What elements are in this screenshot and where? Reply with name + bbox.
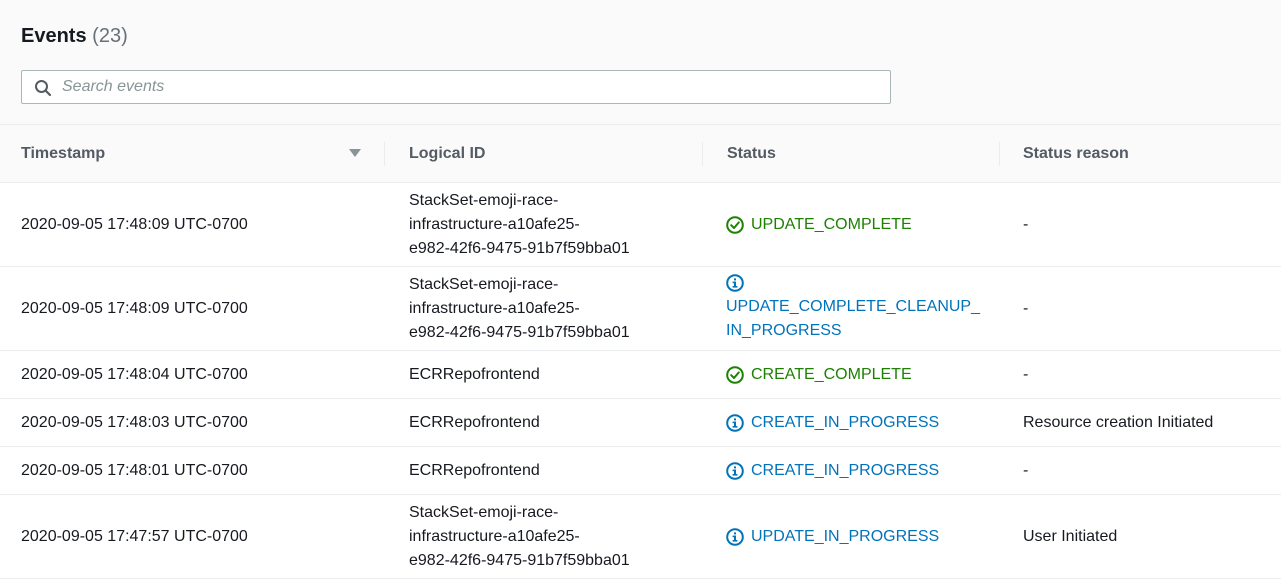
column-header-status-reason[interactable]: Status reason xyxy=(1023,125,1129,182)
table-row: 2020-09-05 17:48:09 UTC-0700 StackSet-emo… xyxy=(0,267,1281,351)
logical-id-line: StackSet-emoji-race- xyxy=(409,503,559,521)
status-reason-cell: - xyxy=(1023,365,1029,383)
status-badge: CREATE_IN_PROGRESS xyxy=(726,411,939,435)
table-row: 2020-09-05 17:48:04 UTC-0700 ECRRepofront… xyxy=(0,351,1281,399)
status-text: CREATE_COMPLETE xyxy=(751,365,912,383)
logical-id-cell: ECRRepofrontend xyxy=(409,399,699,446)
status-reason-cell: Resource creation Initiated xyxy=(1023,413,1214,431)
logical-id-cell: StackSet-emoji-race-infrastructure-a10af… xyxy=(409,495,699,578)
status-cell: UPDATE_IN_PROGRESS xyxy=(726,495,986,578)
status-reason-cell: User Initiated xyxy=(1023,527,1118,545)
status-cell: CREATE_COMPLETE xyxy=(726,351,986,398)
logical-id-line: StackSet-emoji-race- xyxy=(409,275,559,293)
table-row: 2020-09-05 17:47:57 UTC-0700 StackSet-emo… xyxy=(0,495,1281,579)
table-row: 2020-09-05 17:48:09 UTC-0700 StackSet-emo… xyxy=(0,183,1281,267)
status-text: CREATE_IN_PROGRESS xyxy=(751,461,940,479)
logical-id-line: infrastructure-a10afe25- xyxy=(409,215,580,233)
info-circle-icon xyxy=(726,413,744,432)
timestamp-cell: 2020-09-05 17:47:57 UTC-0700 xyxy=(21,527,248,545)
column-divider[interactable] xyxy=(999,142,1000,166)
status-text: UPDATE_COMPLETE_CLEANUP_ xyxy=(726,298,980,315)
status-badge: UPDATE_IN_PROGRESS xyxy=(726,525,939,549)
table-header: Timestamp Logical ID Status Status reaso… xyxy=(0,125,1281,183)
logical-id-cell: StackSet-emoji-race-infrastructure-a10af… xyxy=(409,267,699,350)
info-circle-icon xyxy=(726,461,744,480)
status-cell: UPDATE_COMPLETE xyxy=(726,183,986,266)
logical-id-line: ECRRepofrontend xyxy=(409,461,540,479)
column-divider[interactable] xyxy=(384,142,385,166)
timestamp-cell: 2020-09-05 17:48:01 UTC-0700 xyxy=(21,461,248,479)
column-header-logical-id[interactable]: Logical ID xyxy=(409,125,485,182)
status-cell: CREATE_IN_PROGRESS xyxy=(726,447,986,494)
caret-down-icon[interactable] xyxy=(348,148,362,158)
logical-id-line: infrastructure-a10afe25- xyxy=(409,527,580,545)
info-circle-icon xyxy=(726,527,744,546)
status-badge: UPDATE_COMPLETE_CLEANUP_ IN_PROGRESS xyxy=(726,274,980,343)
status-text: UPDATE_IN_PROGRESS xyxy=(751,527,940,545)
status-reason-cell: - xyxy=(1023,461,1029,479)
logical-id-line: e982-42f6-9475-91b7f59bba01 xyxy=(409,239,630,257)
status-badge: CREATE_IN_PROGRESS xyxy=(726,459,939,483)
logical-id-cell: ECRRepofrontend xyxy=(409,351,699,398)
event-count: (23) xyxy=(92,25,128,47)
info-circle-icon xyxy=(726,274,744,292)
table-row: 2020-09-05 17:48:01 UTC-0700 ECRRepofront… xyxy=(0,447,1281,495)
check-circle-icon xyxy=(726,365,744,384)
status-cell: UPDATE_COMPLETE_CLEANUP_ IN_PROGRESS xyxy=(726,267,986,350)
status-reason-cell: - xyxy=(1023,215,1029,233)
logical-id-cell: StackSet-emoji-race-infrastructure-a10af… xyxy=(409,183,699,266)
logical-id-line: StackSet-emoji-race- xyxy=(409,191,559,209)
column-divider[interactable] xyxy=(702,142,703,166)
timestamp-cell: 2020-09-05 17:48:09 UTC-0700 xyxy=(21,215,248,233)
status-text: UPDATE_COMPLETE xyxy=(751,215,912,233)
logical-id-line: e982-42f6-9475-91b7f59bba01 xyxy=(409,551,630,569)
status-cell: CREATE_IN_PROGRESS xyxy=(726,399,986,446)
events-header: Events (23) xyxy=(0,0,1281,125)
page-title: Events (23) xyxy=(21,22,128,50)
column-header-status[interactable]: Status xyxy=(727,125,776,182)
search-input[interactable] xyxy=(62,71,882,103)
status-badge: CREATE_COMPLETE xyxy=(726,363,912,387)
logical-id-cell: ECRRepofrontend xyxy=(409,447,699,494)
status-text: CREATE_IN_PROGRESS xyxy=(751,413,940,431)
search-box[interactable] xyxy=(21,70,891,104)
timestamp-cell: 2020-09-05 17:48:03 UTC-0700 xyxy=(21,413,248,431)
timestamp-cell: 2020-09-05 17:48:04 UTC-0700 xyxy=(21,365,248,383)
status-badge: UPDATE_COMPLETE xyxy=(726,213,912,237)
logical-id-line: e982-42f6-9475-91b7f59bba01 xyxy=(409,323,630,341)
events-table-body: 2020-09-05 17:48:09 UTC-0700 StackSet-emo… xyxy=(0,183,1281,579)
title-text: Events xyxy=(21,25,87,47)
check-circle-icon xyxy=(726,215,744,234)
status-reason-cell: - xyxy=(1023,299,1029,317)
logical-id-line: infrastructure-a10afe25- xyxy=(409,299,580,317)
table-row: 2020-09-05 17:48:03 UTC-0700 ECRRepofront… xyxy=(0,399,1281,447)
timestamp-cell: 2020-09-05 17:48:09 UTC-0700 xyxy=(21,299,248,317)
search-icon xyxy=(35,80,52,97)
column-header-timestamp[interactable]: Timestamp xyxy=(21,125,105,182)
logical-id-line: ECRRepofrontend xyxy=(409,365,540,383)
status-text: IN_PROGRESS xyxy=(726,322,842,339)
logical-id-line: ECRRepofrontend xyxy=(409,413,540,431)
